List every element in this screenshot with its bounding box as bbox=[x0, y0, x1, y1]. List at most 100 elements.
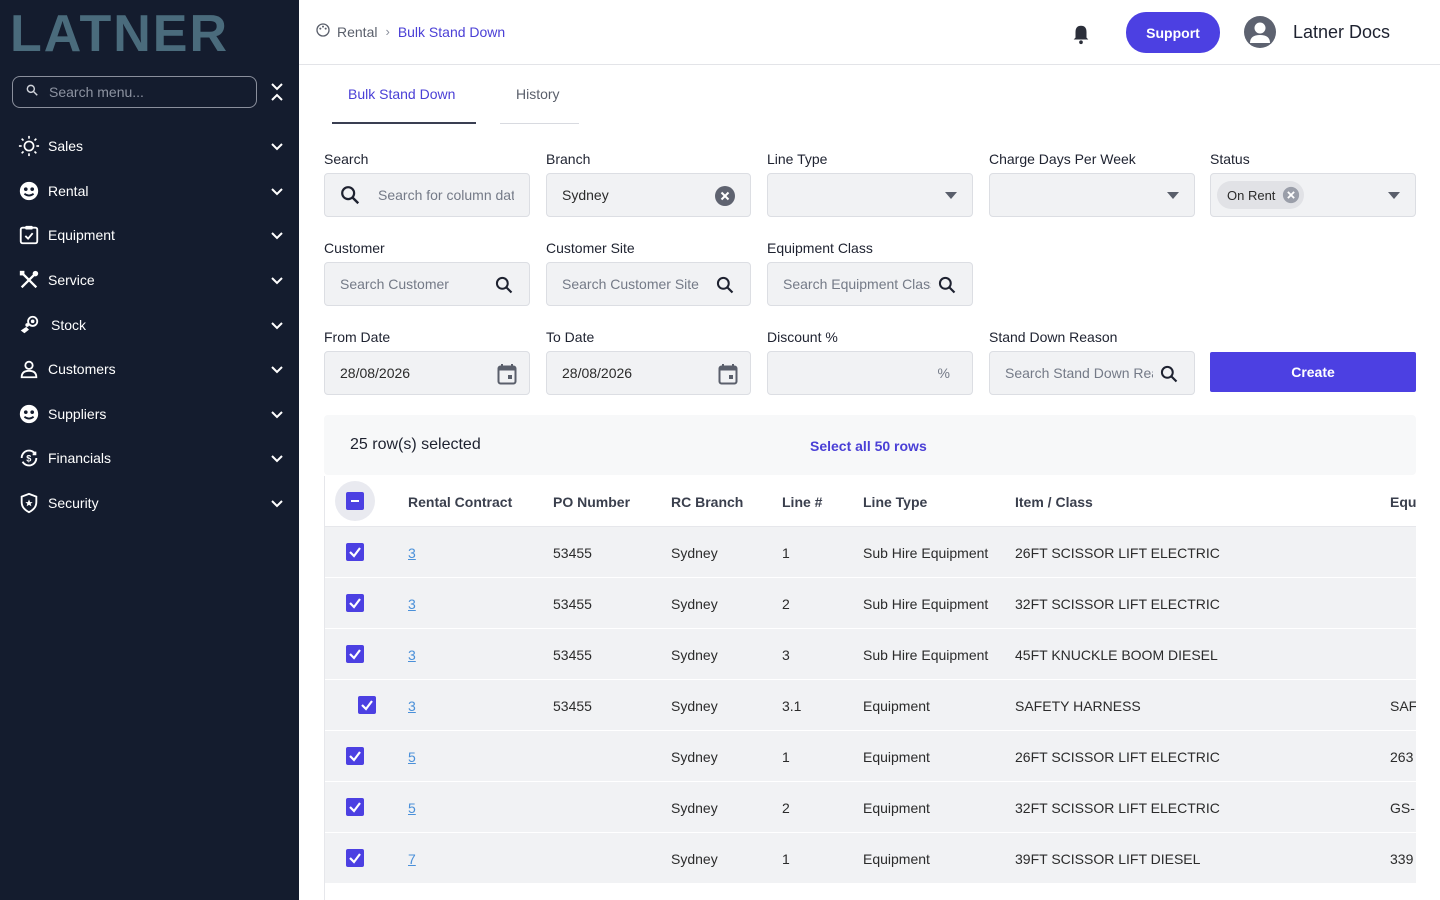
breadcrumb: Rental › Bulk Stand Down bbox=[315, 22, 505, 41]
row-checkbox[interactable] bbox=[346, 594, 364, 612]
sales-icon bbox=[18, 135, 40, 157]
customer-site-field[interactable] bbox=[546, 262, 751, 306]
row-checkbox[interactable] bbox=[346, 849, 364, 867]
table-row[interactable]: 7 Sydney 1 Equipment 39FT SCISSOR LIFT DIESE… bbox=[325, 833, 1416, 884]
cell-po-number: 53455 bbox=[553, 596, 592, 612]
menu-search-box[interactable] bbox=[12, 76, 257, 108]
discount-field[interactable]: % bbox=[767, 351, 973, 395]
col-equipment[interactable]: Equ bbox=[1390, 494, 1416, 510]
tab-history[interactable]: History bbox=[500, 74, 579, 124]
top-header: Rental › Bulk Stand Down Support Latner … bbox=[299, 0, 1440, 65]
avatar[interactable] bbox=[1244, 16, 1276, 48]
row-checkbox[interactable] bbox=[346, 543, 364, 561]
latner-logo: LATNER bbox=[10, 5, 280, 63]
customer-site-input[interactable] bbox=[562, 276, 706, 292]
sidebar-item-customers[interactable]: Customers bbox=[0, 347, 299, 392]
line-type-select[interactable] bbox=[767, 173, 973, 217]
chevron-down-icon bbox=[269, 450, 285, 466]
col-line-number[interactable]: Line # bbox=[782, 494, 822, 510]
cell-rental-contract[interactable]: 3 bbox=[408, 698, 416, 714]
cell-rental-contract[interactable]: 7 bbox=[408, 851, 416, 867]
stand-down-reason-input[interactable] bbox=[1005, 365, 1153, 381]
to-date-field[interactable]: 28/08/2026 bbox=[546, 351, 751, 395]
sidebar-item-suppliers[interactable]: Suppliers bbox=[0, 392, 299, 437]
service-icon bbox=[18, 269, 40, 291]
clear-icon[interactable] bbox=[715, 186, 735, 206]
equipment-class-field[interactable] bbox=[767, 262, 973, 306]
sidebar-item-label: Equipment bbox=[48, 227, 115, 244]
cell-rental-contract[interactable]: 5 bbox=[408, 749, 416, 765]
search-icon[interactable] bbox=[715, 275, 735, 295]
search-icon[interactable] bbox=[937, 275, 957, 295]
cell-rental-contract[interactable]: 3 bbox=[408, 545, 416, 561]
search-input[interactable] bbox=[378, 187, 514, 203]
chevron-down-icon bbox=[269, 272, 285, 288]
sidebar-item-sales[interactable]: Sales bbox=[0, 124, 299, 169]
cell-item-class: 26FT SCISSOR LIFT ELECTRIC bbox=[1015, 749, 1220, 765]
row-checkbox[interactable] bbox=[346, 747, 364, 765]
svg-text:$: $ bbox=[26, 454, 31, 464]
search-field[interactable] bbox=[324, 173, 530, 217]
col-rc-branch[interactable]: RC Branch bbox=[671, 494, 743, 510]
support-button[interactable]: Support bbox=[1126, 12, 1220, 53]
caret-down-icon bbox=[1388, 192, 1400, 199]
select-all-rows-link[interactable]: Select all 50 rows bbox=[810, 438, 927, 454]
sidebar-item-security[interactable]: Security bbox=[0, 481, 299, 526]
cell-equipment: GS- bbox=[1390, 800, 1415, 816]
breadcrumb-rental-link[interactable]: Rental bbox=[337, 24, 377, 40]
customer-input[interactable] bbox=[340, 276, 480, 292]
from-date-field[interactable]: 28/08/2026 bbox=[324, 351, 530, 395]
sidebar-item-rental[interactable]: Rental bbox=[0, 169, 299, 214]
sidebar-item-equipment[interactable]: Equipment bbox=[0, 213, 299, 258]
cell-rental-contract[interactable]: 3 bbox=[408, 596, 416, 612]
collapse-sidebar-icon[interactable] bbox=[266, 80, 288, 104]
calendar-icon[interactable] bbox=[497, 363, 517, 385]
sidebar-nav: Sales Rental Equipment Service Stock Cus… bbox=[0, 124, 299, 525]
from-date-value: 28/08/2026 bbox=[340, 365, 411, 381]
row-checkbox[interactable] bbox=[346, 645, 364, 663]
sidebar-item-financials[interactable]: $ Financials bbox=[0, 436, 299, 481]
cell-rental-contract[interactable]: 3 bbox=[408, 647, 416, 663]
discount-input[interactable] bbox=[783, 365, 923, 381]
sidebar-item-label: Sales bbox=[48, 138, 84, 155]
col-item-class[interactable]: Item / Class bbox=[1015, 494, 1093, 510]
customer-field[interactable] bbox=[324, 262, 530, 306]
cell-rental-contract[interactable]: 5 bbox=[408, 800, 416, 816]
row-checkbox[interactable] bbox=[346, 798, 364, 816]
row-checkbox[interactable] bbox=[358, 696, 376, 714]
cell-line-number: 3.1 bbox=[782, 698, 802, 714]
create-button[interactable]: Create bbox=[1210, 352, 1416, 392]
col-po-number[interactable]: PO Number bbox=[553, 494, 630, 510]
cell-line-type: Sub Hire Equipment bbox=[863, 596, 989, 612]
table-row[interactable]: 3 53455 Sydney 2 Sub Hire Equipment 32FT SCIS… bbox=[325, 578, 1416, 629]
user-name[interactable]: Latner Docs bbox=[1293, 22, 1390, 43]
status-chip-label: On Rent bbox=[1227, 187, 1276, 203]
table-row[interactable]: 5 Sydney 1 Equipment 26FT SCISSOR LIFT ELECT… bbox=[325, 731, 1416, 782]
stand-down-reason-field[interactable] bbox=[989, 351, 1195, 395]
table-row[interactable]: 5 Sydney 2 Equipment 32FT SCISSOR LIFT ELECT… bbox=[325, 782, 1416, 833]
cell-equipment: SAF bbox=[1390, 698, 1416, 714]
menu-search-input[interactable] bbox=[49, 84, 229, 100]
search-icon[interactable] bbox=[1159, 364, 1179, 384]
charge-days-select[interactable] bbox=[989, 173, 1195, 217]
equipment-class-input[interactable] bbox=[783, 276, 931, 292]
calendar-icon[interactable] bbox=[718, 363, 738, 385]
search-label: Search bbox=[324, 151, 369, 167]
bell-icon[interactable] bbox=[1070, 22, 1092, 46]
table-row[interactable]: 3 53455 Sydney 1 Sub Hire Equipment 26FT SCIS… bbox=[325, 527, 1416, 578]
table-row[interactable]: 3 53455 Sydney 3 Sub Hire Equipment 45FT KNUC… bbox=[325, 629, 1416, 680]
branch-select[interactable]: Sydney bbox=[546, 173, 751, 217]
sidebar-item-stock[interactable]: Stock bbox=[0, 302, 299, 347]
search-icon[interactable] bbox=[494, 275, 514, 295]
status-select[interactable]: On Rent bbox=[1210, 173, 1416, 217]
tab-bulk-stand-down[interactable]: Bulk Stand Down bbox=[332, 74, 476, 124]
suppliers-icon bbox=[18, 403, 40, 425]
col-line-type[interactable]: Line Type bbox=[863, 494, 927, 510]
chip-remove-icon[interactable] bbox=[1282, 186, 1300, 204]
sidebar-item-service[interactable]: Service bbox=[0, 258, 299, 303]
stand-down-reason-label: Stand Down Reason bbox=[989, 329, 1118, 345]
table-row[interactable]: 3 53455 Sydney 3.1 Equipment SAFETY HARNESS SA… bbox=[325, 680, 1416, 731]
cell-rc-branch: Sydney bbox=[671, 596, 718, 612]
select-all-checkbox[interactable] bbox=[346, 492, 364, 510]
col-rental-contract[interactable]: Rental Contract bbox=[408, 494, 512, 510]
